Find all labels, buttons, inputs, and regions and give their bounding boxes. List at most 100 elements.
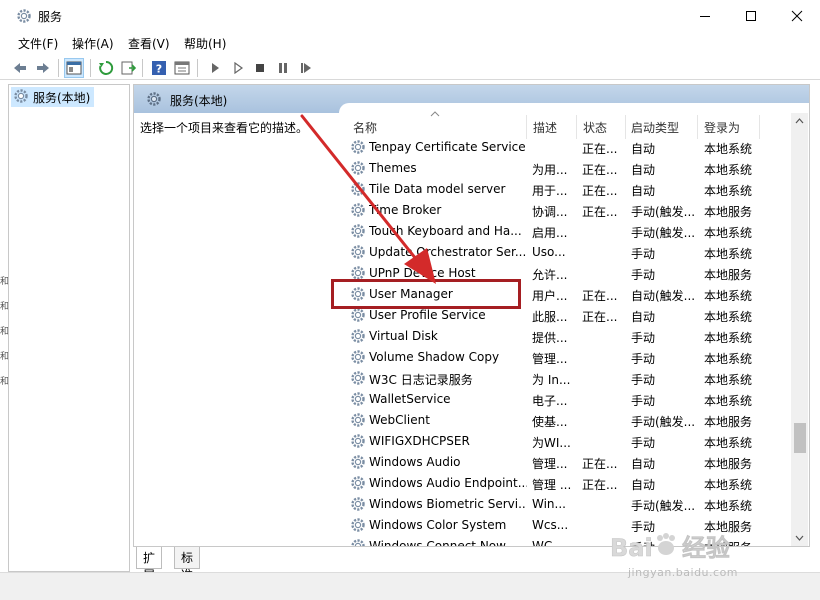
- service-row[interactable]: W3C 日志记录服务 为 In... 手动 本地系统: [344, 368, 794, 389]
- pause-service-icon[interactable]: [273, 58, 293, 78]
- service-logon-as: 本地系统: [704, 226, 753, 240]
- service-status: 正在...: [582, 205, 618, 219]
- menu-file[interactable]: 文件(F): [18, 35, 58, 52]
- service-row[interactable]: Touch Keyboard and Ha... 启用... 手动(触发... 本地系…: [344, 221, 794, 242]
- service-row[interactable]: Windows Audio Endpoint... 管理 ... 正在... 自动 本地…: [344, 473, 794, 494]
- start-service-icon[interactable]: [205, 58, 225, 78]
- service-name: Tenpay Certificate Service: [369, 140, 526, 154]
- service-row[interactable]: Themes 为用... 正在... 自动 本地系统: [344, 158, 794, 179]
- service-row[interactable]: Windows Audio 管理... 正在... 自动 本地服务: [344, 452, 794, 473]
- column-header-startup-type[interactable]: 启动类型: [631, 115, 679, 139]
- service-gear-icon: [350, 202, 366, 218]
- service-description: 为WI...: [532, 436, 571, 450]
- menu-view[interactable]: 查看(V): [128, 35, 170, 52]
- vertical-scrollbar[interactable]: [791, 113, 808, 546]
- service-description: 协调...: [532, 205, 568, 219]
- restart-service-icon[interactable]: [296, 58, 316, 78]
- minimize-button[interactable]: [682, 0, 728, 31]
- service-name: UPnP Device Host: [369, 266, 476, 280]
- service-logon-as: 本地系统: [704, 247, 753, 261]
- service-gear-icon: [350, 433, 366, 449]
- start-service-alt-icon[interactable]: [228, 58, 248, 78]
- tab-standard[interactable]: 标准: [174, 547, 201, 582]
- refresh-icon[interactable]: [96, 58, 116, 78]
- title-bar: 服务: [0, 0, 820, 31]
- service-startup-type: 手动: [631, 268, 656, 282]
- service-name: Volume Shadow Copy: [369, 350, 500, 364]
- properties-icon[interactable]: [172, 58, 192, 78]
- service-gear-icon: [350, 160, 366, 176]
- services-gear-icon: [16, 8, 32, 24]
- service-gear-icon: [350, 223, 366, 239]
- scrollbar-thumb[interactable]: [794, 423, 806, 453]
- service-startup-type: 手动(触发...: [631, 205, 696, 219]
- service-logon-as: 本地系统: [704, 184, 753, 198]
- help-icon[interactable]: ?: [149, 58, 169, 78]
- service-status: 正在...: [582, 478, 618, 492]
- service-description: WC...: [532, 539, 564, 547]
- export-list-icon[interactable]: [118, 58, 138, 78]
- left-edge-fragment: 和和和和和: [0, 277, 10, 387]
- maximize-button[interactable]: [728, 0, 774, 31]
- service-startup-type: 手动(触发...: [631, 499, 696, 513]
- service-logon-as: 本地系统: [704, 289, 753, 303]
- service-status: 正在...: [582, 310, 618, 324]
- service-startup-type: 手动: [631, 394, 656, 408]
- service-logon-as: 本地系统: [704, 331, 753, 345]
- service-gear-icon: [350, 391, 366, 407]
- service-startup-type: 自动: [631, 163, 656, 177]
- service-row[interactable]: Tile Data model server 用于... 正在... 自动 本地系统: [344, 179, 794, 200]
- service-row[interactable]: Tenpay Certificate Service 正在... 自动 本地系统: [344, 137, 794, 158]
- service-row[interactable]: WebClient 使基... 手动(触发... 本地服务: [344, 410, 794, 431]
- sort-ascending-icon: [430, 111, 440, 117]
- menu-action[interactable]: 操作(A): [72, 35, 114, 52]
- service-name: W3C 日志记录服务: [369, 373, 473, 387]
- menu-help[interactable]: 帮助(H): [184, 35, 226, 52]
- column-header-description[interactable]: 描述: [533, 115, 557, 139]
- column-header-status[interactable]: 状态: [583, 115, 607, 139]
- tree-item-services-local[interactable]: 服务(本地): [11, 87, 95, 107]
- service-row[interactable]: WalletService 电子... 手动 本地系统: [344, 389, 794, 410]
- svg-text:?: ?: [156, 63, 162, 76]
- service-gear-icon: [350, 370, 366, 386]
- tab-extended[interactable]: 扩展: [136, 547, 163, 582]
- window-title: 服务: [38, 10, 63, 24]
- column-header-logon-as[interactable]: 登录为: [704, 115, 740, 139]
- forward-icon[interactable]: [33, 58, 53, 78]
- service-status: 正在...: [582, 163, 618, 177]
- service-row[interactable]: Virtual Disk 提供... 手动 本地系统: [344, 326, 794, 347]
- service-name: Time Broker: [369, 203, 442, 217]
- service-description: 管理 ...: [532, 478, 572, 492]
- service-startup-type: 手动: [631, 373, 656, 387]
- service-row[interactable]: Volume Shadow Copy 管理... 手动 本地系统: [344, 347, 794, 368]
- stop-service-icon[interactable]: [250, 58, 270, 78]
- column-header-name[interactable]: 名称: [353, 115, 377, 139]
- service-logon-as: 本地系统: [704, 163, 753, 177]
- service-description: 用于...: [532, 184, 568, 198]
- service-gear-icon: [350, 328, 366, 344]
- service-name: Update Orchestrator Ser...: [369, 245, 527, 259]
- scroll-up-icon[interactable]: [795, 117, 804, 126]
- show-console-tree-icon[interactable]: [64, 58, 84, 78]
- service-logon-as: 本地系统: [704, 373, 753, 387]
- svg-text:经验: 经验: [682, 534, 730, 562]
- service-row[interactable]: WIFIGXDHCPSER 为WI... 手动 本地系统: [344, 431, 794, 452]
- service-status: 正在...: [582, 184, 618, 198]
- service-row[interactable]: Update Orchestrator Ser... Uso... 手动 本地系统: [344, 242, 794, 263]
- service-logon-as: 本地服务: [704, 457, 753, 471]
- watermark-site: jingyan.baidu.com: [628, 566, 739, 579]
- services-window: 服务 文件(F) 操作(A) 查看(V) 帮助(H) ? 和 和 和 和 和 服…: [0, 0, 820, 600]
- service-row[interactable]: Time Broker 协调... 正在... 手动(触发... 本地服务: [344, 200, 794, 221]
- service-name: Windows Audio Endpoint...: [369, 476, 527, 490]
- service-gear-icon: [350, 517, 366, 533]
- service-gear-icon: [350, 475, 366, 491]
- service-description: 此服...: [532, 310, 568, 324]
- service-startup-type: 手动: [631, 247, 656, 261]
- back-icon[interactable]: [10, 58, 30, 78]
- service-row[interactable]: Windows Biometric Servi... Win... 手动(触发...…: [344, 494, 794, 515]
- service-name: WIFIGXDHCPSER: [369, 434, 470, 448]
- close-button[interactable]: [774, 0, 820, 31]
- tree-item-label: 服务(本地): [33, 90, 91, 105]
- service-name: Windows Color System: [369, 518, 507, 532]
- service-name: Windows Biometric Servi...: [369, 497, 527, 511]
